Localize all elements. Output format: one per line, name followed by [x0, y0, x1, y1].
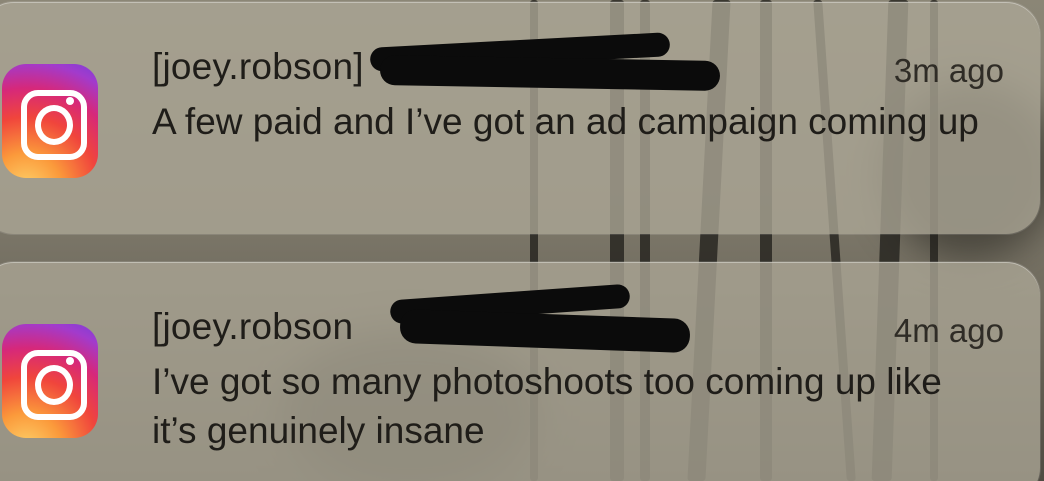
notification-card-2[interactable]: [joey.robson 4m ago I’ve got so many pho…: [0, 262, 1040, 481]
redaction-mark: [399, 308, 691, 354]
redaction-mark: [379, 55, 721, 91]
notification-card-1[interactable]: [joey.robson] 3m ago A few paid and I’ve…: [0, 2, 1040, 234]
notification-time: 4m ago: [893, 312, 1004, 349]
notification-message: I’ve got so many photoshoots too coming …: [152, 361, 942, 451]
notification-time: 3m ago: [893, 52, 1004, 89]
instagram-icon: [2, 64, 98, 178]
notification-message: A few paid and I’ve got an ad campaign c…: [152, 101, 979, 142]
notification-title: [joey.robson]: [152, 46, 364, 87]
instagram-icon: [2, 324, 98, 438]
notification-title: [joey.robson: [152, 306, 354, 347]
